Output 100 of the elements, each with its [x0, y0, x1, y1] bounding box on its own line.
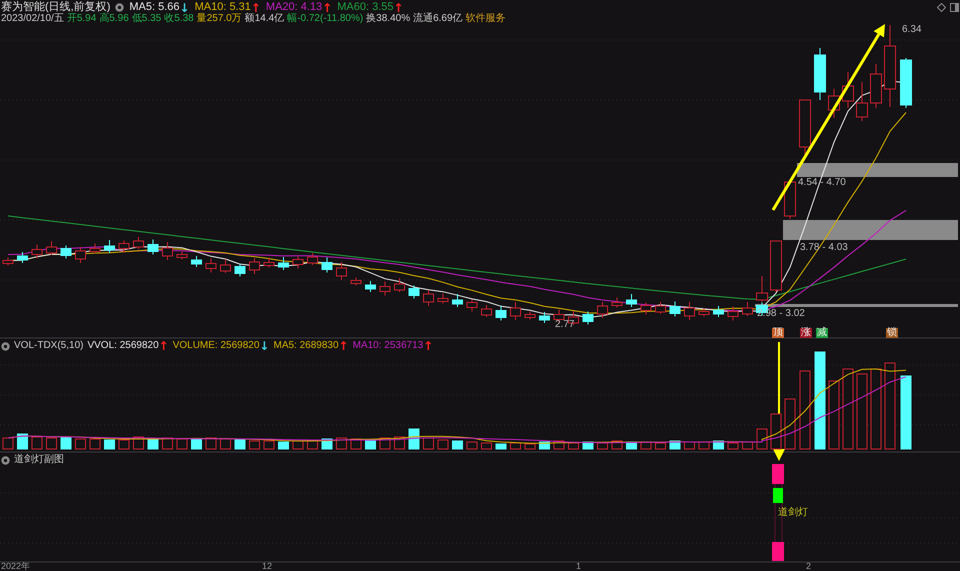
quote-field: 2023/02/10/五 [1, 13, 64, 25]
volume-bar [670, 440, 680, 450]
candlestick [350, 277, 362, 286]
signal-bar [772, 464, 784, 484]
trend-arrow: ↑ [158, 340, 169, 352]
signal-label: 道剑灯 [778, 508, 808, 518]
indicator-value: VOLUME: 2569820 [172, 340, 260, 352]
candlestick [539, 312, 550, 324]
axis-label: 1 [576, 562, 582, 571]
candlestick [17, 252, 28, 264]
volume-bar [770, 414, 782, 450]
quote-field: 高5.96 [99, 13, 129, 25]
indicator-value: MA5: 5.66 [129, 1, 180, 13]
candlestick [133, 236, 144, 250]
volume-bar [655, 442, 666, 450]
signal-tag: 顶 [772, 328, 784, 338]
volume-bar [496, 444, 506, 450]
candlestick [597, 302, 608, 318]
quote-field: 额14.4亿 [244, 13, 284, 25]
volume-bar [597, 442, 608, 450]
candlestick [336, 262, 347, 280]
quote-field: 低5.35 [132, 13, 162, 25]
candlestick [278, 256, 289, 270]
candlestick [713, 306, 724, 318]
panel-icon[interactable] [950, 3, 959, 12]
diamond-icon[interactable] [937, 3, 946, 12]
indicator-value: MA5: 2689830 [273, 340, 339, 352]
candlestick [582, 311, 594, 325]
trend-arrow: ↑ [322, 2, 332, 14]
volume-bar [568, 442, 579, 450]
axis-label: 2 [806, 562, 812, 571]
indicator-value: MA10: 2536713 [352, 340, 424, 352]
candlestick [655, 302, 666, 314]
volume-bar [784, 398, 796, 450]
candlestick [842, 72, 854, 108]
candlestick [856, 82, 868, 122]
candlestick [814, 48, 826, 100]
candlestick [249, 258, 260, 274]
volume-bar [408, 428, 420, 450]
volume-bar [176, 438, 188, 450]
candlestick [220, 258, 231, 274]
candlestick [90, 243, 100, 254]
quote-field: 量257.0万 [196, 13, 242, 25]
quote-field: 流通6.69亿 [413, 13, 463, 25]
candlestick [394, 278, 405, 292]
candlestick [640, 302, 652, 315]
candlestick [870, 64, 882, 108]
candlestick [162, 242, 173, 260]
candlestick [423, 290, 434, 306]
signal-bar [772, 542, 784, 561]
settings-icon[interactable] [1, 456, 10, 464]
candlestick [524, 311, 536, 320]
volume-bar [90, 438, 100, 450]
volume-bar [234, 440, 246, 450]
trend-arrow: ↓ [180, 2, 190, 14]
candlestick [784, 182, 796, 220]
panel-title: VOL-TDX(5,10) [14, 340, 84, 352]
candlestick [626, 294, 637, 308]
volume-bar [365, 440, 376, 450]
quote-field: 软件服务 [466, 13, 506, 25]
settings-icon[interactable] [115, 3, 124, 12]
candlestick [380, 281, 390, 296]
trend-arrow: ↑ [250, 2, 261, 14]
candlestick [118, 240, 130, 253]
quote-field: 开5.94 [66, 13, 96, 25]
volume-bar [278, 442, 289, 450]
candlestick [307, 252, 318, 266]
zone-price-label: 2.98 - 3.02 [757, 309, 805, 319]
candlestick [75, 246, 86, 264]
candlestick [684, 302, 695, 320]
volume-bar [452, 440, 463, 450]
settings-icon[interactable] [1, 342, 10, 350]
candlestick [206, 258, 216, 273]
candlestick [742, 302, 753, 316]
candlestick [510, 302, 521, 320]
signal-tag: 锁 [886, 328, 898, 338]
volume-bar [264, 440, 274, 450]
price-label: 6.34 [902, 25, 922, 35]
volume-bar [118, 440, 130, 450]
volume-bar [220, 438, 231, 450]
volume-bar [612, 440, 622, 450]
zone-price-label: 3.78 - 4.03 [800, 243, 848, 253]
axis-label: 2022年 [1, 562, 30, 571]
candlestick [452, 294, 463, 308]
candlestick [148, 239, 158, 255]
volume-bar [423, 438, 434, 450]
volume-bar [828, 380, 840, 450]
volume-bar [104, 440, 115, 450]
volume-bar [756, 428, 768, 450]
candlestick [292, 256, 304, 269]
candlestick [728, 306, 738, 321]
candlestick [32, 244, 42, 259]
candlestick [408, 285, 420, 299]
quote-field: 幅-0.72(-11.80%) [287, 13, 364, 25]
volume-bar [466, 442, 478, 450]
volume-bar [713, 440, 724, 450]
volume-bar [2, 438, 14, 450]
volume-bar [148, 438, 158, 450]
volume-bar [292, 440, 304, 450]
candlestick [2, 257, 14, 266]
